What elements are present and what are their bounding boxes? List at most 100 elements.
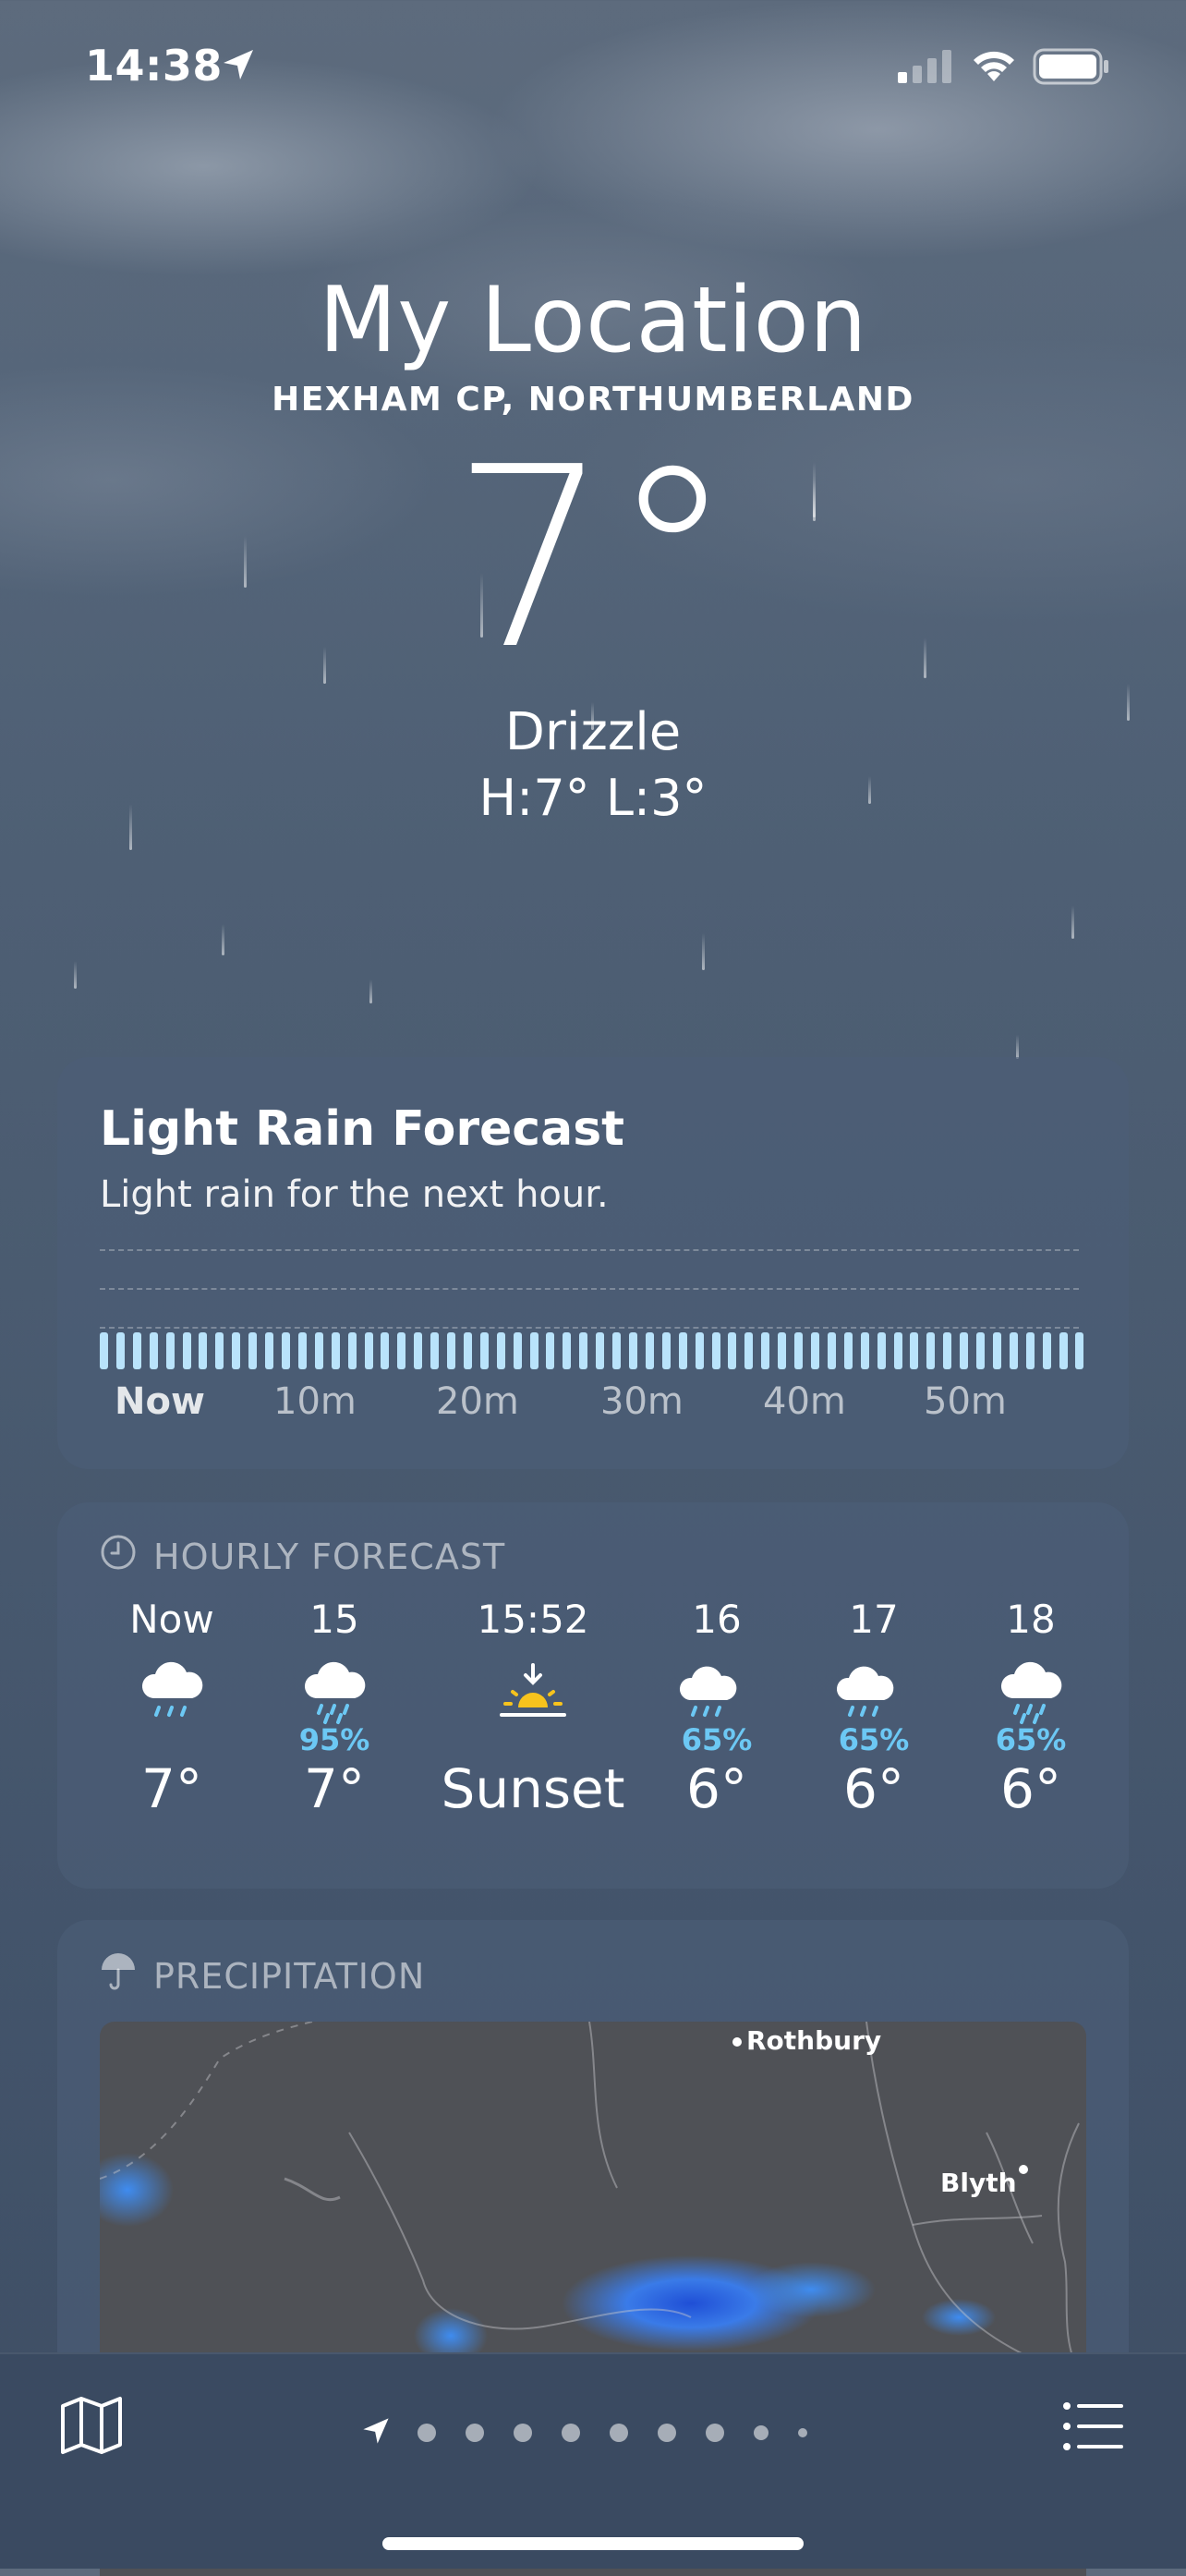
rain-intensity-bar — [728, 1332, 737, 1369]
page-dot[interactable] — [466, 2424, 484, 2442]
rain-intensity-bar — [232, 1332, 241, 1369]
precipitation-header: PRECIPITATION — [100, 1951, 425, 2000]
page-dot[interactable] — [514, 2424, 532, 2442]
hourly-header: HOURLY FORECAST — [100, 1534, 505, 1579]
rain-streak — [1016, 1035, 1019, 1059]
rain-intensity-bar — [414, 1332, 423, 1369]
page-dot[interactable] — [610, 2424, 628, 2442]
hour-item-17[interactable]: 17 65% 6° — [791, 1597, 957, 1820]
rain-intensity-bar — [463, 1332, 472, 1369]
page-indicator[interactable] — [360, 2415, 822, 2450]
map-marker — [732, 2037, 742, 2047]
page-dot[interactable] — [418, 2424, 436, 2442]
chart-gridline — [100, 1288, 1079, 1290]
rain-streak — [222, 924, 224, 955]
rain-intensity-bar — [397, 1332, 406, 1369]
rain-intensity-bar — [926, 1332, 936, 1369]
rain-intensity-bar — [297, 1332, 307, 1369]
page-dot[interactable] — [798, 2428, 807, 2437]
rain-intensity-bar — [629, 1332, 637, 1369]
rain-intensity-bar — [761, 1332, 770, 1369]
rain-intensity-bar — [529, 1332, 539, 1369]
rain-forecast-card[interactable]: Light Rain Forecast Light rain for the n… — [57, 1057, 1129, 1469]
hour-item-15[interactable]: 15 95% 7° — [251, 1597, 418, 1820]
rain-intensity-bar — [215, 1332, 224, 1369]
rain-intensity-bar — [496, 1332, 505, 1369]
status-time: 14:38 — [85, 41, 223, 91]
tick-10m: 10m — [273, 1380, 357, 1423]
map-icon[interactable] — [59, 2395, 124, 2460]
rain-streak — [1071, 905, 1074, 939]
rain-intensity-bar — [910, 1332, 919, 1369]
rain-intensity-bar — [695, 1332, 704, 1369]
rain-intensity-bar — [115, 1332, 125, 1369]
rain-intensity-bars — [100, 1332, 1084, 1371]
rain-intensity-bar — [199, 1332, 208, 1369]
rain-intensity-bar — [976, 1332, 986, 1369]
rain-intensity-bar — [661, 1332, 671, 1369]
rain-intensity-bar — [314, 1332, 323, 1369]
hour-label: 15 — [309, 1597, 359, 1642]
card-title: Light Rain Forecast — [100, 1101, 625, 1157]
rain-intensity-bar — [513, 1332, 522, 1369]
rain-intensity-bar — [165, 1332, 175, 1369]
tick-30m: 30m — [600, 1380, 684, 1423]
current-condition: Drizzle — [504, 702, 682, 762]
location-arrow-icon — [220, 46, 257, 87]
rain-intensity-bar — [563, 1332, 572, 1369]
map-label-blyth: Blyth — [940, 2168, 1017, 2198]
hour-precip — [89, 1722, 255, 1756]
rain-intensity-bar — [1042, 1332, 1051, 1369]
rain-intensity-bar — [893, 1332, 902, 1369]
location-title: My Location — [319, 268, 867, 373]
rain-intensity-bar — [943, 1332, 952, 1369]
tick-now: Now — [115, 1380, 205, 1423]
rain-intensity-bar — [281, 1332, 290, 1369]
battery-icon — [1033, 48, 1110, 89]
rain-intensity-bar — [579, 1332, 588, 1369]
page-dot[interactable] — [754, 2425, 768, 2440]
hour-temp: Sunset — [441, 1757, 625, 1820]
rain-intensity-bar — [612, 1332, 622, 1369]
hour-temp: 6° — [843, 1757, 904, 1820]
rain-intensity-bar — [447, 1332, 456, 1369]
hour-precip: 65% — [838, 1722, 910, 1757]
hour-precip: 65% — [995, 1722, 1067, 1757]
rain-intensity-bar — [248, 1332, 258, 1369]
tick-50m: 50m — [924, 1380, 1007, 1423]
rain-intensity-bar — [960, 1332, 969, 1369]
rain-intensity-bar — [645, 1332, 654, 1369]
hour-item-18[interactable]: 18 65% 6° — [948, 1597, 1114, 1820]
rain-intensity-bar — [1025, 1332, 1035, 1369]
rain-intensity-bar — [430, 1332, 440, 1369]
rain-intensity-bar — [778, 1332, 787, 1369]
hour-label: Now — [129, 1597, 214, 1642]
page-dot[interactable] — [562, 2424, 580, 2442]
rain-intensity-bar — [860, 1332, 869, 1369]
hour-item-sunset[interactable]: 15:52 Sunset — [427, 1597, 639, 1820]
hour-item-16[interactable]: 16 65% 6° — [634, 1597, 800, 1820]
map-label-rothbury: Rothbury — [746, 2025, 882, 2056]
rain-intensity-bar — [1059, 1332, 1068, 1369]
hour-temp: 7° — [304, 1757, 365, 1820]
hour-label: 15:52 — [477, 1597, 589, 1642]
rain-intensity-bar — [711, 1332, 720, 1369]
location-arrow-icon[interactable] — [360, 2415, 392, 2450]
wifi-icon — [970, 46, 1018, 87]
chart-gridline — [100, 1249, 1079, 1251]
rain-intensity-bar — [546, 1332, 555, 1369]
page-dot[interactable] — [658, 2424, 676, 2442]
rain-intensity-bar — [827, 1332, 836, 1369]
hour-temp: 7° — [141, 1757, 202, 1820]
rain-intensity-bar — [364, 1332, 373, 1369]
rain-intensity-bar — [265, 1332, 274, 1369]
rain-intensity-bar — [744, 1332, 754, 1369]
page-dot[interactable] — [706, 2424, 724, 2442]
hourly-forecast-card[interactable]: HOURLY FORECAST Now 7° 15 95% 7° 15:52 S… — [57, 1502, 1129, 1889]
rain-intensity-bar — [182, 1332, 191, 1369]
home-indicator[interactable] — [382, 2537, 804, 2550]
list-icon[interactable] — [1062, 2400, 1125, 2456]
hour-item-now[interactable]: Now 7° — [89, 1597, 255, 1820]
cellular-signal-icon — [898, 50, 955, 87]
rain-intensity-bar — [381, 1332, 390, 1369]
